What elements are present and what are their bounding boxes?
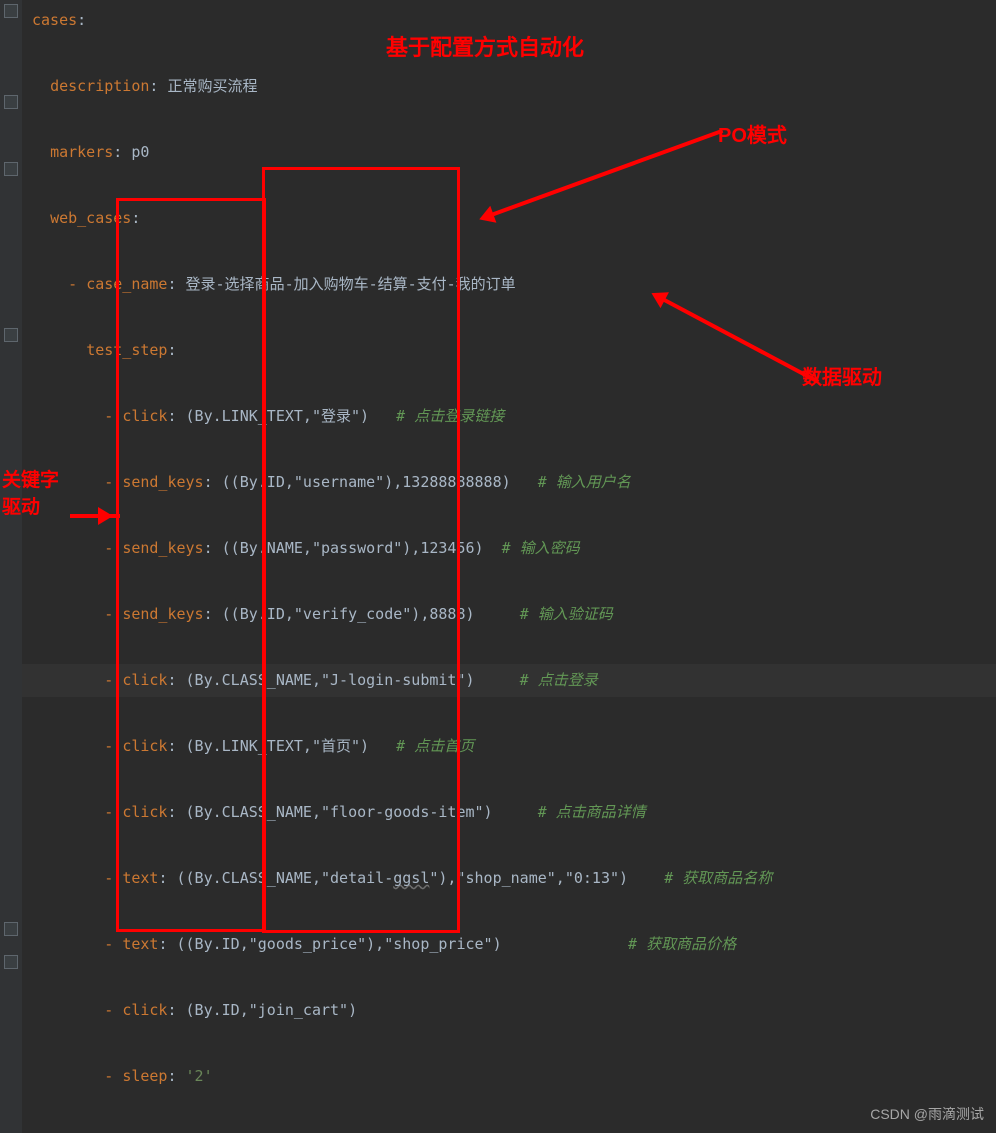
code-line: markers: p0 xyxy=(32,136,996,169)
code-line: - click: (By.CLASS_NAME,"layui-layer-ico… xyxy=(32,1126,996,1133)
code-block: cases: description: 正常购买流程 markers: p0 w… xyxy=(32,4,996,1133)
annotation-po-mode: PO模式 xyxy=(718,120,787,152)
fold-mark[interactable] xyxy=(4,922,18,936)
watermark: CSDN @雨滴测试 xyxy=(870,1103,984,1125)
code-line: - sleep: '2' xyxy=(32,1060,996,1093)
fold-mark[interactable] xyxy=(4,955,18,969)
code-line: - case_name: 登录-选择商品-加入购物车-结算-支付-我的订单 xyxy=(32,268,996,301)
fold-mark[interactable] xyxy=(4,162,18,176)
annotation-title: 基于配置方式自动化 xyxy=(386,30,584,65)
code-line: - click: (By.CLASS_NAME,"floor-goods-ite… xyxy=(32,796,996,829)
code-line: - send_keys: ((By.NAME,"password"),12345… xyxy=(32,532,996,565)
code-line: description: 正常购买流程 xyxy=(32,70,996,103)
code-line: - send_keys: ((By.ID,"username"),1328888… xyxy=(32,466,996,499)
fold-mark[interactable] xyxy=(4,328,18,342)
code-editor: cases: description: 正常购买流程 markers: p0 w… xyxy=(0,0,996,1133)
code-line: - send_keys: ((By.ID,"verify_code"),8888… xyxy=(32,598,996,631)
annotation-keyword-driven: 关键字驱动 xyxy=(2,468,72,521)
fold-mark[interactable] xyxy=(4,4,18,18)
fold-mark[interactable] xyxy=(4,95,18,109)
code-line: - text: ((By.ID,"goods_price"),"shop_pri… xyxy=(32,928,996,961)
gutter xyxy=(0,0,22,1133)
code-line: - text: ((By.CLASS_NAME,"detail-ggsl"),"… xyxy=(32,862,996,895)
code-line: - click: (By.ID,"join_cart") xyxy=(32,994,996,1027)
code-line: - click: (By.LINK_TEXT,"登录") # 点击登录链接 xyxy=(32,400,996,433)
code-line: - click: (By.LINK_TEXT,"首页") # 点击首页 xyxy=(32,730,996,763)
arrow-icon xyxy=(70,514,120,518)
code-line: - click: (By.CLASS_NAME,"J-login-submit"… xyxy=(22,664,996,697)
